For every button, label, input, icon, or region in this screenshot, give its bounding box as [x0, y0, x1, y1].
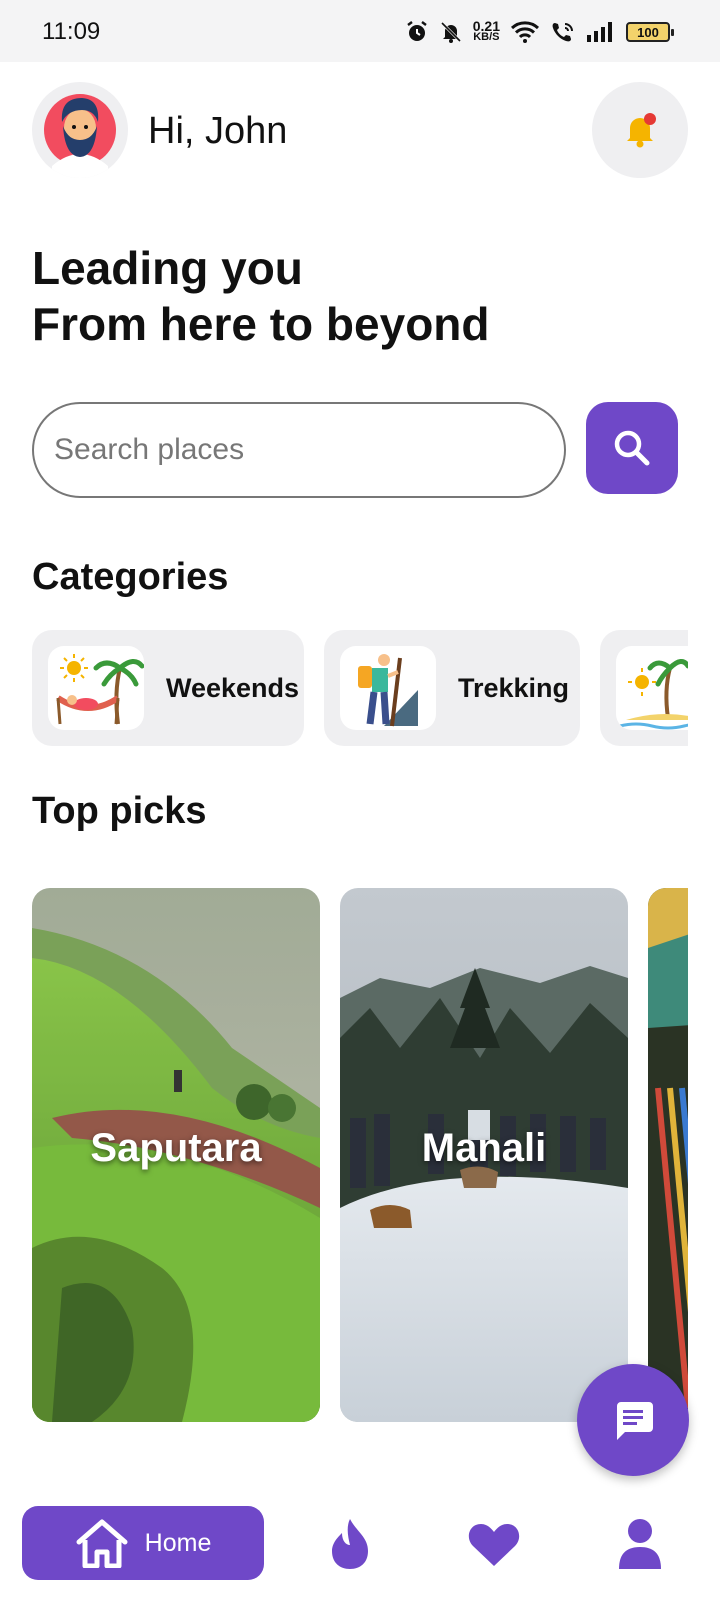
status-bar: 11:09 0.21 KB/S 100	[0, 0, 720, 62]
category-label: Weekends	[166, 672, 300, 703]
pick-name: Manali	[421, 1126, 547, 1170]
top-picks-title: Top picks	[32, 790, 207, 832]
search-icon	[614, 430, 650, 466]
bell-icon	[627, 113, 656, 148]
signal-icon	[587, 22, 612, 42]
wifi-call-icon	[552, 23, 573, 42]
hammock-palm-icon	[48, 646, 144, 730]
categories-list[interactable]: Weekends Trekking	[32, 630, 688, 746]
pick-name: Saputara	[90, 1126, 262, 1170]
network-speed: 0.21 KB/S	[472, 18, 500, 43]
headline-line-2: From here to beyond	[32, 298, 490, 350]
battery-indicator: 100	[626, 22, 674, 42]
user-icon	[619, 1519, 661, 1569]
category-card-weekends[interactable]: Weekends	[32, 630, 304, 746]
chat-button[interactable]	[577, 1364, 689, 1476]
nav-favorites[interactable]	[464, 1514, 524, 1574]
nav-home-label: Home	[144, 1528, 212, 1557]
beach-island-icon	[616, 646, 688, 730]
avatar[interactable]	[32, 82, 128, 178]
chat-icon	[617, 1402, 653, 1440]
pick-card-partial[interactable]	[648, 888, 688, 1422]
flame-icon	[332, 1519, 368, 1569]
category-card-beach[interactable]	[600, 630, 688, 746]
headline: Leading you From here to beyond	[32, 240, 489, 352]
search-input[interactable]	[32, 402, 566, 498]
pick-card-manali[interactable]: Manali	[340, 888, 628, 1422]
mountain-flags-photo	[648, 888, 688, 1422]
home-icon	[76, 1519, 128, 1568]
greeting: Hi, John	[148, 110, 288, 152]
nav-trending[interactable]	[320, 1514, 380, 1574]
bottom-nav: Home	[0, 1490, 720, 1600]
nav-home[interactable]: Home	[22, 1506, 264, 1580]
category-label: Trekking	[458, 672, 570, 703]
notifications-button[interactable]	[592, 82, 688, 178]
heart-icon	[468, 1524, 520, 1566]
status-icons: 0.21 KB/S 100	[405, 16, 674, 48]
notification-dot	[644, 113, 656, 125]
avatar-illustration	[44, 94, 116, 178]
mute-bell-icon	[440, 21, 461, 43]
wifi-icon	[510, 21, 540, 43]
nav-profile[interactable]	[610, 1514, 670, 1574]
headline-line-1: Leading you	[32, 242, 303, 294]
category-card-trekking[interactable]: Trekking	[324, 630, 580, 746]
categories-title: Categories	[32, 556, 229, 598]
pick-card-saputara[interactable]: Saputara	[32, 888, 320, 1422]
top-picks-list[interactable]: Saputara Manali	[32, 888, 688, 1422]
alarm-icon	[407, 21, 427, 41]
hiker-icon	[340, 646, 436, 730]
status-time: 11:09	[42, 18, 101, 45]
search-button[interactable]	[586, 402, 678, 494]
